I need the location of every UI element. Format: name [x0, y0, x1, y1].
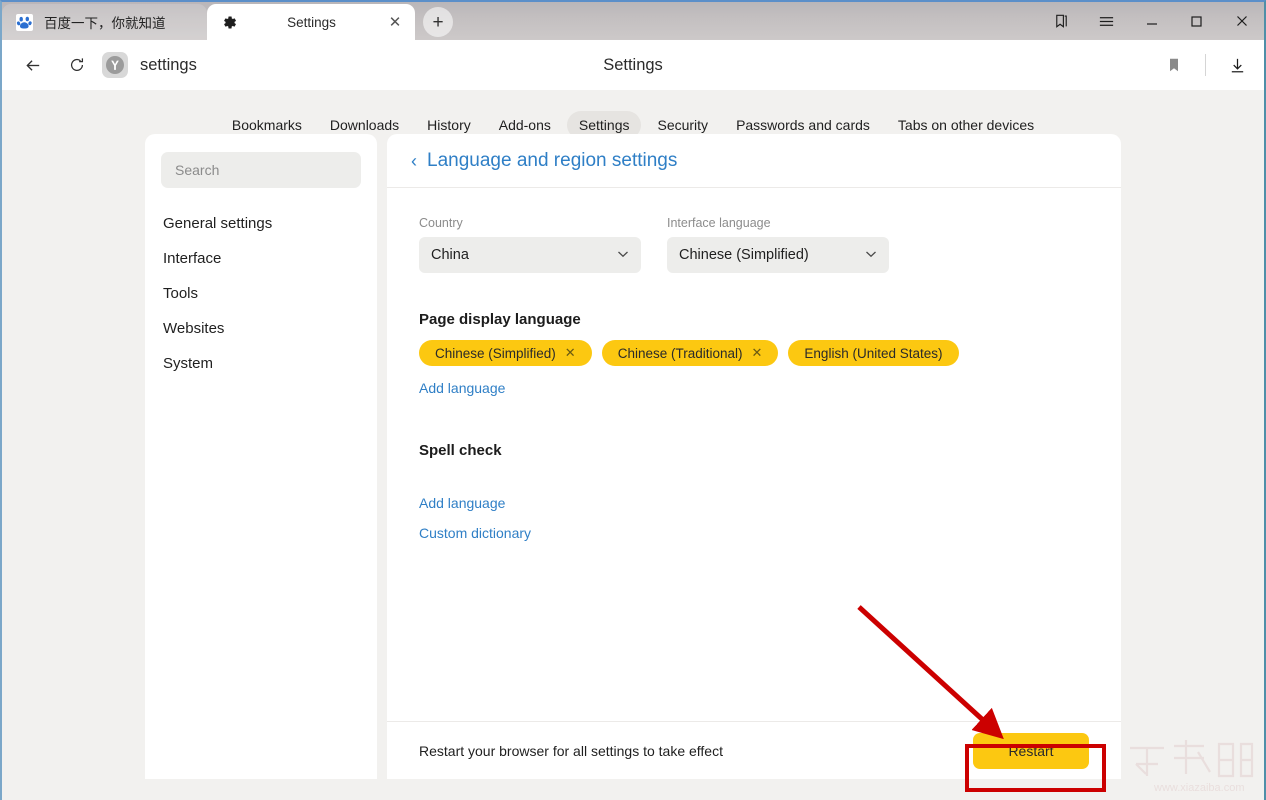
country-field: Country China: [419, 216, 641, 273]
sidebar-item-websites[interactable]: Websites: [161, 311, 361, 346]
close-icon[interactable]: ✕: [752, 345, 763, 361]
gear-icon: [221, 14, 238, 31]
country-value: China: [431, 247, 469, 263]
sidebar-list: General settings Interface Tools Website…: [161, 206, 361, 381]
settings-main-panel: ‹ Language and region settings Country C…: [387, 134, 1121, 779]
language-chip-label: Chinese (Simplified): [435, 346, 556, 361]
back-arrow-icon[interactable]: [16, 48, 50, 82]
settings-nav-tabs: Bookmarks Downloads History Add-ons Sett…: [2, 90, 1264, 134]
tab-strip: 百度一下，你就知道 Settings ✕ +: [2, 2, 1264, 40]
close-icon[interactable]: ✕: [385, 12, 405, 32]
window-controls: [1039, 2, 1264, 40]
sidebar-item-system[interactable]: System: [161, 346, 361, 381]
toolbar-right-actions: [1157, 40, 1254, 90]
sidebar-item-interface[interactable]: Interface: [161, 241, 361, 276]
chevron-down-icon: [617, 249, 629, 261]
panel-body: Country China Interface language: [387, 188, 1121, 541]
language-chip[interactable]: English (United States): [788, 340, 958, 366]
minimize-icon[interactable]: [1129, 2, 1174, 40]
download-icon[interactable]: [1220, 48, 1254, 82]
svg-text:www.xiazaiba.com: www.xiazaiba.com: [1153, 782, 1244, 794]
toolbar-divider: [1205, 54, 1206, 76]
interface-language-value: Chinese (Simplified): [679, 247, 809, 263]
search-placeholder: Search: [175, 162, 219, 178]
tab-settings[interactable]: Settings ✕: [207, 4, 415, 40]
page-title: Language and region settings: [427, 150, 677, 172]
settings-sidebar: Search General settings Interface Tools …: [145, 134, 377, 779]
search-input[interactable]: Search: [161, 152, 361, 188]
close-icon[interactable]: ✕: [565, 345, 576, 361]
sidebar-item-general-settings[interactable]: General settings: [161, 206, 361, 241]
settings-panes: Search General settings Interface Tools …: [2, 134, 1264, 779]
back-chevron-icon[interactable]: ‹: [411, 152, 417, 170]
language-chip-list: Chinese (Simplified) ✕ Chinese (Traditio…: [419, 340, 1089, 366]
tab-title: Settings: [242, 15, 381, 30]
tab-baidu[interactable]: 百度一下，你就知道: [2, 4, 207, 40]
interface-language-select[interactable]: Chinese (Simplified): [667, 237, 889, 273]
chevron-down-icon: [865, 249, 877, 261]
site-identity-icon[interactable]: [102, 52, 128, 78]
spell-add-language-link[interactable]: Add language: [419, 495, 1089, 511]
country-select[interactable]: China: [419, 237, 641, 273]
sidebar-item-tools[interactable]: Tools: [161, 276, 361, 311]
add-language-link[interactable]: Add language: [419, 380, 505, 396]
close-icon[interactable]: [1219, 2, 1264, 40]
panel-header: ‹ Language and region settings: [387, 134, 1121, 188]
restart-message: Restart your browser for all settings to…: [419, 743, 723, 759]
bookmarks-icon[interactable]: [1039, 2, 1084, 40]
custom-dictionary-link[interactable]: Custom dictionary: [419, 525, 1089, 541]
restart-bar: Restart your browser for all settings to…: [387, 721, 1121, 779]
browser-window: 百度一下，你就知道 Settings ✕ +: [0, 0, 1266, 800]
interface-language-label: Interface language: [667, 216, 889, 230]
language-chip[interactable]: Chinese (Traditional) ✕: [602, 340, 779, 366]
new-tab-button[interactable]: +: [423, 7, 453, 37]
spell-check-links: Add language Custom dictionary: [419, 495, 1089, 541]
reload-icon[interactable]: [60, 48, 94, 82]
interface-language-field: Interface language Chinese (Simplified): [667, 216, 889, 273]
language-chip-label: Chinese (Traditional): [618, 346, 743, 361]
address-bar-text[interactable]: settings: [140, 56, 197, 75]
maximize-icon[interactable]: [1174, 2, 1219, 40]
spell-check-title: Spell check: [419, 442, 1089, 459]
navigation-toolbar: settings Settings: [2, 40, 1264, 90]
baidu-paw-icon: [16, 14, 33, 31]
country-label: Country: [419, 216, 641, 230]
language-chip[interactable]: Chinese (Simplified) ✕: [419, 340, 592, 366]
page-display-language-title: Page display language: [419, 311, 1089, 328]
tab-title: 百度一下，你就知道: [44, 12, 166, 32]
hamburger-icon[interactable]: [1084, 2, 1129, 40]
language-chip-label: English (United States): [804, 346, 942, 361]
bookmark-icon[interactable]: [1157, 48, 1191, 82]
locale-row: Country China Interface language: [419, 216, 1089, 273]
restart-button[interactable]: Restart: [973, 733, 1089, 769]
